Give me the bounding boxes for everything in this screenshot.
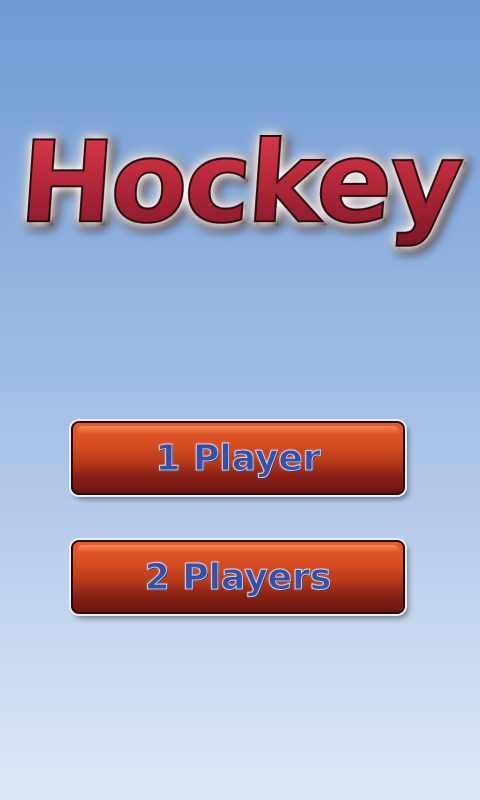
game-title: Hockey [0,117,480,249]
two-players-label: 2 Players [144,556,332,598]
two-players-button[interactable]: 2 Players [71,540,405,614]
one-player-button[interactable]: 1 Player [71,421,405,495]
one-player-label: 1 Player [155,437,321,479]
